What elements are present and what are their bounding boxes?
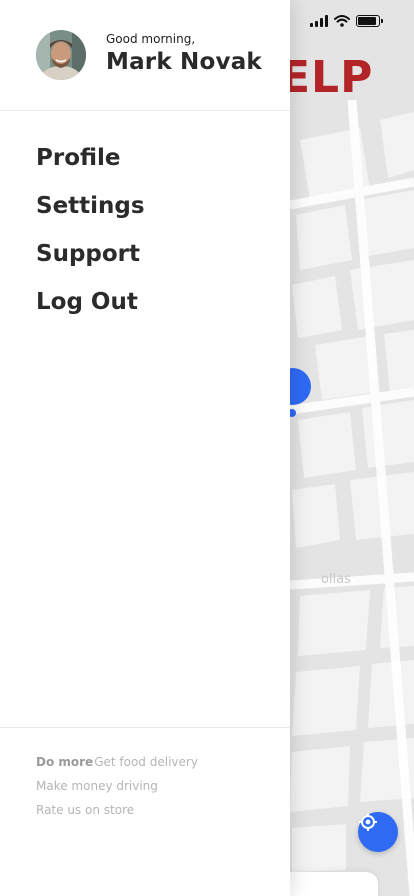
crosshair-location-icon: [359, 813, 377, 831]
user-name: Mark Novak: [106, 49, 262, 75]
status-bar: [310, 12, 383, 30]
get-food-delivery-link[interactable]: Get food delivery: [94, 755, 198, 769]
app-brand-logo: ELP: [280, 52, 374, 103]
footer-row-do-more: Do moreGet food delivery: [36, 754, 290, 778]
greeting-text: Good morning,: [106, 32, 196, 46]
navigation-drawer: Good morning, Mark Novak Profile Setting…: [0, 0, 290, 896]
menu-item-settings[interactable]: Settings: [36, 189, 145, 237]
battery-level-fill: [358, 17, 376, 25]
locate-me-button[interactable]: [358, 812, 398, 852]
drawer-header: Good morning, Mark Novak: [0, 0, 290, 111]
drawer-menu: Profile Settings Support Log Out: [36, 141, 145, 333]
wifi-icon: [334, 15, 350, 27]
rate-us-link[interactable]: Rate us on store: [36, 802, 290, 826]
cellular-signal-icon: [310, 15, 328, 27]
user-avatar[interactable]: [36, 30, 86, 80]
menu-item-profile[interactable]: Profile: [36, 141, 145, 189]
do-more-label: Do more: [36, 755, 94, 769]
menu-item-log-out[interactable]: Log Out: [36, 285, 145, 333]
drawer-footer: Do moreGet food delivery Make money driv…: [0, 727, 290, 826]
battery-icon: [356, 15, 383, 27]
menu-item-support[interactable]: Support: [36, 237, 145, 285]
make-money-driving-link[interactable]: Make money driving: [36, 778, 290, 802]
map-street-label: ollas: [321, 572, 351, 587]
avatar-image: [36, 30, 86, 80]
